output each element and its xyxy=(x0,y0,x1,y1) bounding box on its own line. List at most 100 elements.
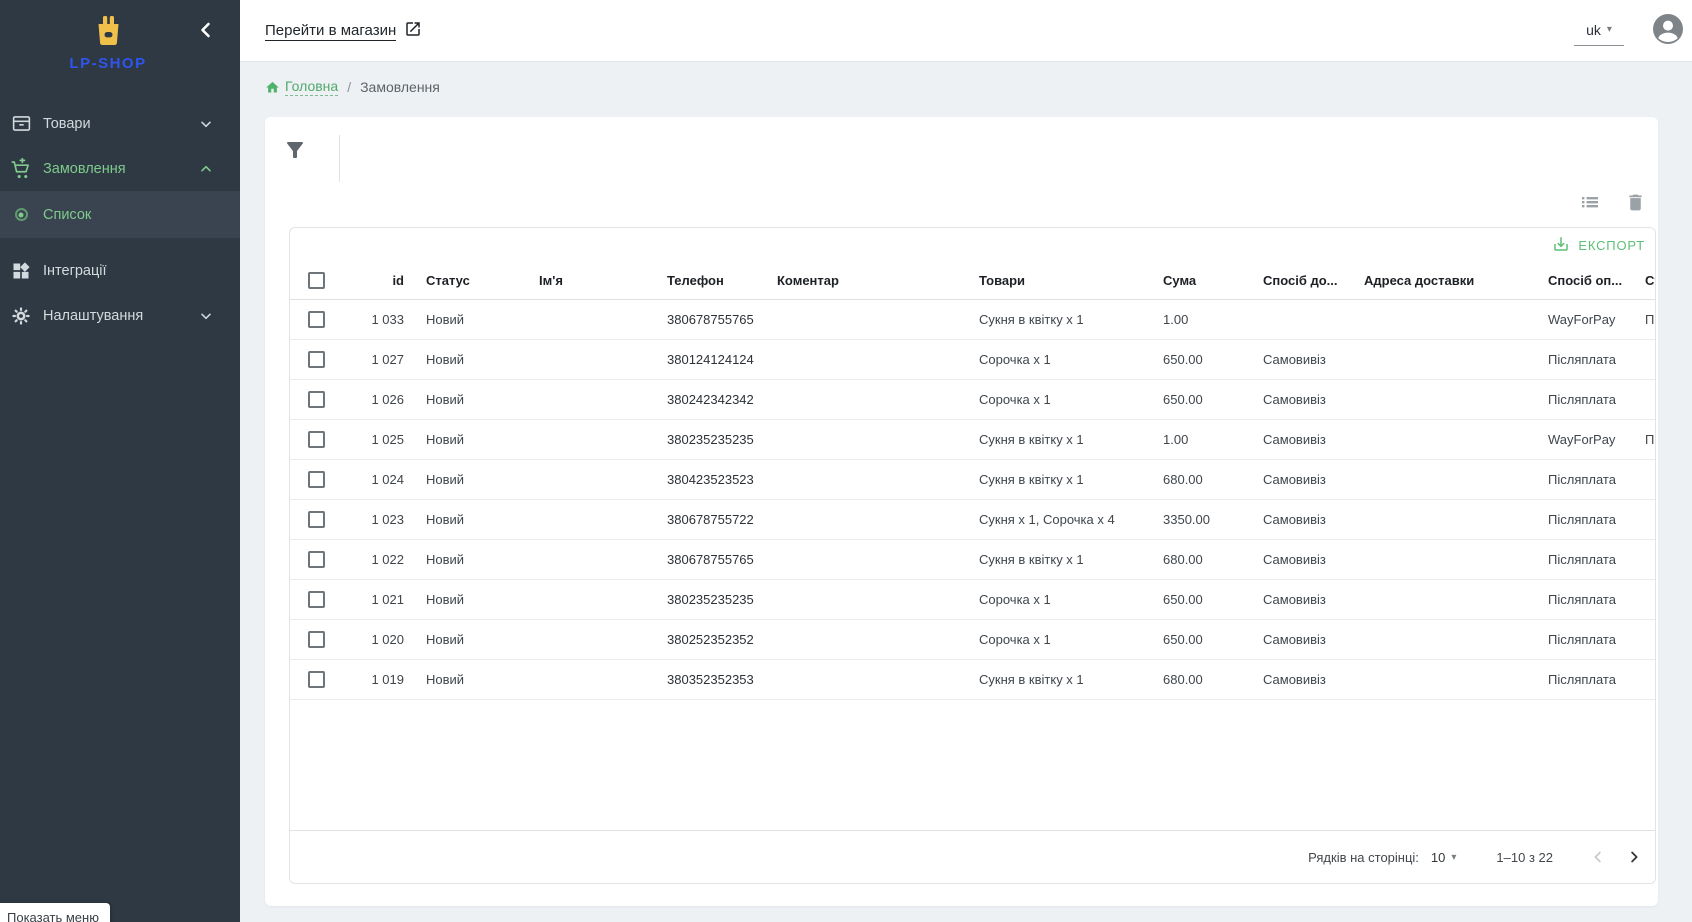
go-to-shop-link[interactable]: Перейти в магазин xyxy=(265,20,422,43)
column-header-sum[interactable]: Сума xyxy=(1143,273,1243,288)
cell-payment-method: WayForPay xyxy=(1528,432,1625,447)
cell-sum: 650.00 xyxy=(1143,392,1243,407)
sidebar-item-label: Інтеграції xyxy=(43,263,107,279)
logo: LP-SHOP xyxy=(40,16,176,72)
cell-payment-method: Післяплата xyxy=(1528,392,1625,407)
checkbox-cell xyxy=(290,351,346,368)
column-header-delivery-method[interactable]: Спосіб до... xyxy=(1243,273,1344,288)
cell-phone: 380242342342 xyxy=(647,392,757,407)
top-bar: Перейти в магазин uk ▾ xyxy=(240,0,1692,62)
cell-delivery-method: Самовивіз xyxy=(1243,592,1344,607)
table-row[interactable]: 1 020Новий380252352352Сорочка x 1650.00С… xyxy=(290,620,1656,660)
language-select[interactable]: uk ▾ xyxy=(1574,14,1624,46)
column-header-status[interactable]: Статус xyxy=(406,273,519,288)
row-checkbox[interactable] xyxy=(308,511,325,528)
export-button[interactable]: ЕКСПОРТ xyxy=(1552,235,1645,256)
table-row[interactable]: 1 033Новий380678755765Сукня в квітку x 1… xyxy=(290,300,1656,340)
sidebar-item-products[interactable]: Товари xyxy=(0,101,240,146)
column-header-name[interactable]: Ім'я xyxy=(519,273,647,288)
cell-delivery-method: Самовивіз xyxy=(1243,392,1344,407)
table-body: 1 033 Новий 380678755765 Сукня в квітку x 1… xyxy=(290,300,1655,700)
cell-phone: 380678755722 xyxy=(647,512,757,527)
table-row[interactable]: 1 021Новий380235235235Сорочка x 1650.00С… xyxy=(290,580,1656,620)
external-link-icon xyxy=(404,20,422,43)
row-checkbox[interactable] xyxy=(308,351,325,368)
pagination-range: 1–10 з 22 xyxy=(1496,850,1553,865)
table-row[interactable]: 1 027Новий380124124124Сорочка x 1650.00С… xyxy=(290,340,1656,380)
cell-products: Сукня в квітку x 1 xyxy=(959,552,1143,567)
checkbox-cell xyxy=(290,471,346,488)
sidebar-item-orders[interactable]: Замовлення xyxy=(0,146,240,191)
column-list-icon[interactable] xyxy=(1577,189,1603,215)
checkbox-cell xyxy=(290,551,346,568)
row-checkbox[interactable] xyxy=(308,631,325,648)
cell-delivery-method: Самовивіз xyxy=(1243,432,1344,447)
row-checkbox[interactable] xyxy=(308,391,325,408)
cell-id: 1 024 xyxy=(346,472,406,487)
cell-products: Сорочка x 1 xyxy=(959,632,1143,647)
column-header-delivery-address[interactable]: Адреса доставки xyxy=(1344,273,1528,288)
breadcrumb-home-link[interactable]: Головна xyxy=(285,78,338,96)
row-checkbox[interactable] xyxy=(308,431,325,448)
cell-status: Новий xyxy=(406,592,519,607)
sidebar-item-integrations[interactable]: Інтеграції xyxy=(0,248,240,293)
home-icon xyxy=(265,80,280,95)
column-header-payment-status[interactable]: Ст xyxy=(1625,273,1656,288)
cell-status: Новий xyxy=(406,512,519,527)
chevron-down-icon xyxy=(198,308,214,324)
row-checkbox[interactable] xyxy=(308,671,325,688)
checkbox-cell xyxy=(290,311,346,328)
column-header-id[interactable]: id xyxy=(346,273,406,288)
select-all-checkbox[interactable] xyxy=(308,272,325,289)
cell-products: Сукня в квітку x 1 xyxy=(959,312,1143,327)
table-row[interactable]: 1 025Новий380235235235Сукня в квітку x 1… xyxy=(290,420,1656,460)
cell-payment-method: Післяплата xyxy=(1528,632,1625,647)
sidebar-item-label: Список xyxy=(43,207,91,223)
trash-icon[interactable] xyxy=(1622,189,1648,215)
cell-products: Сукня в квітку x 1 xyxy=(959,432,1143,447)
cell-id: 1 020 xyxy=(346,632,406,647)
cell-payment-status: Пі xyxy=(1625,432,1656,447)
collapse-sidebar-button[interactable] xyxy=(194,18,218,42)
cell-phone: 380352352353 xyxy=(647,672,757,687)
row-checkbox[interactable] xyxy=(308,471,325,488)
row-checkbox[interactable] xyxy=(308,551,325,568)
cell-phone: 380678755765 xyxy=(647,312,757,327)
filter-funnel-icon xyxy=(283,138,307,167)
cell-delivery-method: Самовивіз xyxy=(1243,552,1344,567)
table-row[interactable]: 1 026Новий380242342342Сорочка x 1650.00С… xyxy=(290,380,1656,420)
row-checkbox[interactable] xyxy=(308,311,325,328)
cell-id: 1 027 xyxy=(346,352,406,367)
table-row[interactable]: 1 022Новий380678755765Сукня в квітку x 1… xyxy=(290,540,1656,580)
filter-button[interactable] xyxy=(283,138,323,178)
breadcrumb-current: Замовлення xyxy=(360,79,440,95)
table-row[interactable]: 1 024Новий380423523523Сукня в квітку x 1… xyxy=(290,460,1656,500)
cell-id: 1 021 xyxy=(346,592,406,607)
column-header-phone[interactable]: Телефон xyxy=(647,273,757,288)
cell-status: Новий xyxy=(406,392,519,407)
column-header-payment-method[interactable]: Спосіб оп... xyxy=(1528,273,1625,288)
cell-payment-method: Післяплата xyxy=(1528,592,1625,607)
cell-products: Сукня в квітку x 1 xyxy=(959,672,1143,687)
cell-phone: 380423523523 xyxy=(647,472,757,487)
cell-delivery-method: Самовивіз xyxy=(1243,352,1344,367)
column-header-comment[interactable]: Коментар xyxy=(757,273,959,288)
previous-page-button[interactable] xyxy=(1589,848,1607,866)
next-page-button[interactable] xyxy=(1625,848,1643,866)
cell-id: 1 033 xyxy=(346,312,406,327)
account-avatar-button[interactable] xyxy=(1652,13,1684,45)
sidebar-item-label: Замовлення xyxy=(43,161,126,177)
cell-status: Новий xyxy=(406,632,519,647)
logo-text: LP-SHOP xyxy=(40,55,176,72)
rows-per-page-select[interactable]: 10 ▾ xyxy=(1431,850,1457,865)
cell-payment-method: Післяплата xyxy=(1528,352,1625,367)
table-row[interactable]: 1 019Новий380352352353Сукня в квітку x 1… xyxy=(290,660,1656,700)
checkbox-cell xyxy=(290,391,346,408)
row-checkbox[interactable] xyxy=(308,591,325,608)
sidebar-item-settings[interactable]: Налаштування xyxy=(0,293,240,338)
language-value: uk xyxy=(1586,22,1601,38)
column-header-products[interactable]: Товари xyxy=(959,273,1143,288)
sidebar-item-list[interactable]: Список xyxy=(0,191,240,238)
box-icon xyxy=(10,113,32,135)
table-row[interactable]: 1 023Новий380678755722Сукня x 1, Сорочка… xyxy=(290,500,1656,540)
